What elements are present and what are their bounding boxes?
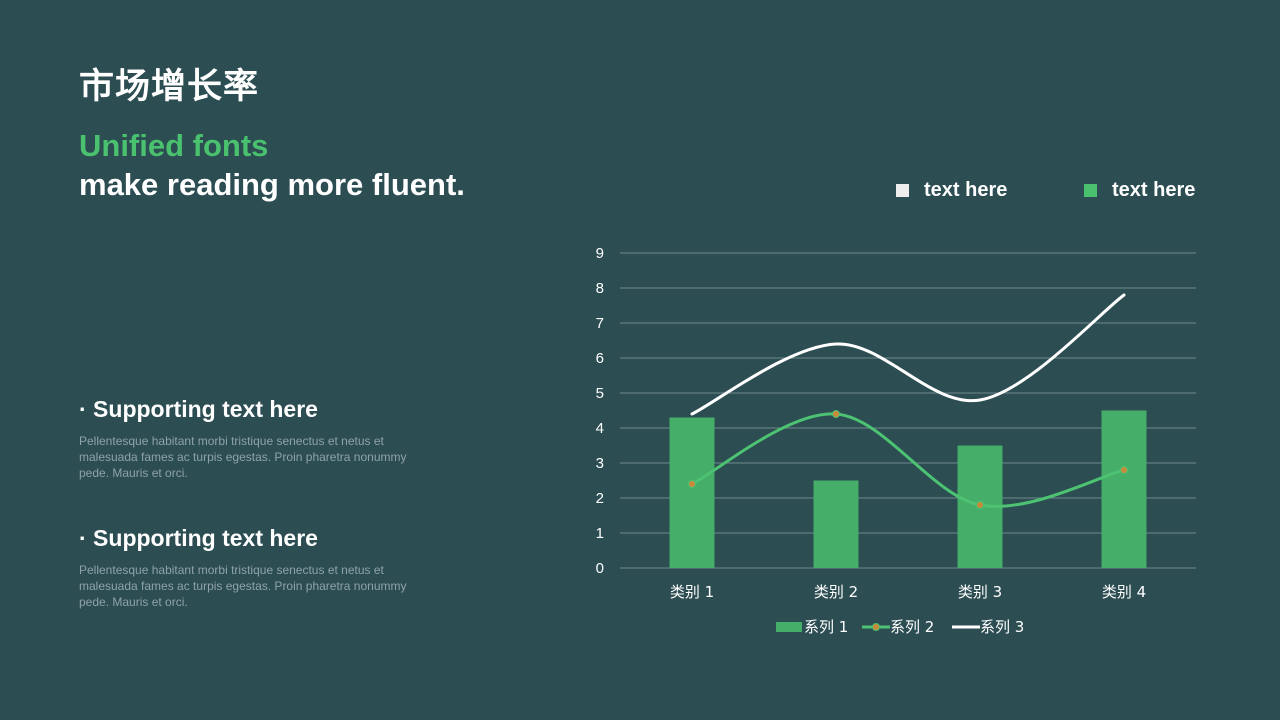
bar bbox=[813, 480, 859, 568]
legend-label: 系列 3 bbox=[980, 618, 1024, 636]
square-icon bbox=[896, 183, 909, 197]
series-line bbox=[690, 293, 1126, 416]
top-legend-label: text here bbox=[1112, 178, 1196, 201]
supporting-block-1: · Supporting text here Pellentesque habi… bbox=[79, 396, 439, 481]
legend-marker bbox=[872, 623, 880, 631]
page-title: 市场增长率 bbox=[79, 67, 260, 107]
y-tick-label: 3 bbox=[596, 455, 604, 472]
supporting-heading: · Supporting text here bbox=[79, 396, 318, 422]
y-tick-label: 0 bbox=[596, 560, 604, 577]
y-tick-label: 4 bbox=[596, 420, 604, 437]
data-point bbox=[976, 501, 984, 509]
supporting-block-2: · Supporting text here Pellentesque habi… bbox=[79, 525, 439, 610]
square-icon bbox=[1084, 183, 1097, 197]
y-tick-label: 6 bbox=[596, 350, 604, 367]
data-point bbox=[1120, 466, 1128, 474]
supporting-heading: · Supporting text here bbox=[79, 525, 318, 551]
top-legend-item-1: text here bbox=[896, 178, 1007, 202]
bar bbox=[669, 417, 715, 568]
x-tick-label: 类别 3 bbox=[958, 583, 1002, 601]
top-legend-label: text here bbox=[924, 178, 1008, 201]
supporting-body: Pellentesque habitant morbi tristique se… bbox=[79, 563, 407, 609]
y-tick-label: 2 bbox=[596, 490, 604, 507]
y-tick-label: 1 bbox=[596, 525, 604, 542]
combo-chart: 0 1 2 3 4 5 6 7 8 9 类别 1 类别 2 类别 3 类别 4 系列 1 系列 2 系列 3 bbox=[596, 245, 1196, 636]
x-tick-label: 类别 1 bbox=[670, 583, 714, 601]
x-tick-label: 类别 2 bbox=[814, 583, 858, 601]
top-legend-item-2: text here bbox=[1084, 178, 1195, 202]
y-tick-label: 9 bbox=[596, 245, 604, 262]
y-tick-label: 5 bbox=[596, 385, 604, 402]
supporting-body: Pellentesque habitant morbi tristique se… bbox=[79, 434, 407, 480]
y-tick-label: 8 bbox=[596, 280, 604, 297]
subtitle-text: make reading more fluent. bbox=[79, 167, 465, 202]
x-tick-label: 类别 4 bbox=[1102, 583, 1146, 601]
legend-label: 系列 1 bbox=[804, 618, 848, 636]
bar bbox=[1101, 410, 1147, 568]
legend-swatch bbox=[776, 622, 802, 632]
legend-label: 系列 2 bbox=[890, 618, 934, 636]
y-tick-label: 7 bbox=[596, 315, 604, 332]
subtitle-highlight: Unified fonts bbox=[79, 128, 269, 163]
slide: 市场增长率 Unified fonts make reading more fl… bbox=[0, 0, 1280, 720]
data-point bbox=[688, 480, 696, 488]
data-point bbox=[832, 410, 840, 418]
